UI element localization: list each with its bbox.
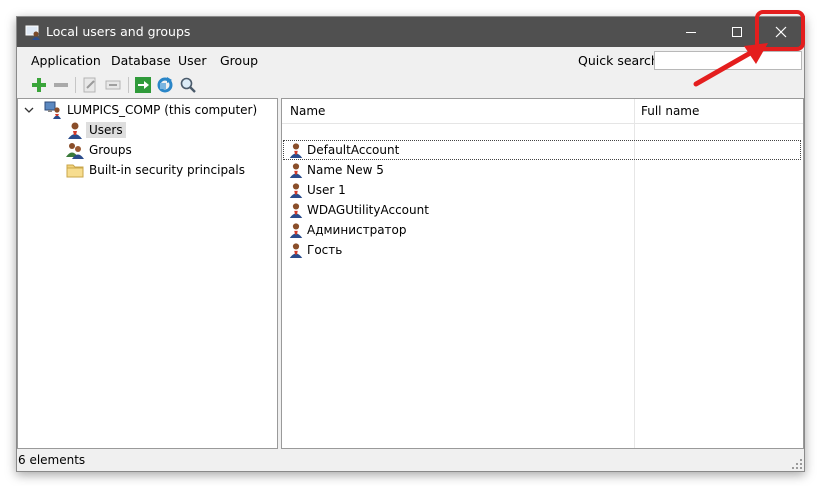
remove-icon[interactable] (52, 76, 70, 94)
list-header: Name Full name (282, 99, 803, 124)
menu-group[interactable]: Group (220, 53, 258, 68)
refresh-icon[interactable] (156, 76, 174, 94)
annotation-arrow-icon (693, 43, 768, 87)
tree-item-label: Built-in security principals (89, 163, 245, 177)
main-window: Local users and groups Application Datab… (16, 16, 805, 472)
list-item[interactable]: User 1 (288, 181, 346, 199)
status-text: 6 elements (18, 453, 86, 467)
list-item[interactable]: DefaultAccount (283, 140, 801, 160)
chevron-down-icon[interactable] (24, 105, 34, 115)
folder-icon (66, 164, 84, 178)
window-title: Local users and groups (46, 24, 191, 39)
toolbar-separator (128, 77, 129, 93)
quick-search-label: Quick search: (578, 53, 664, 68)
toolbar (17, 73, 804, 97)
tree-panel: LUMPICS_COMP (this computer) Users Group… (17, 98, 278, 449)
go-icon[interactable] (134, 76, 152, 94)
list-item[interactable]: Гость (288, 241, 342, 259)
list-item-name: User 1 (307, 183, 346, 197)
menu-user[interactable]: User (178, 53, 207, 68)
list-panel: Name Full name DefaultAccount Name New 5… (281, 98, 804, 449)
list-item[interactable]: Name New 5 (288, 161, 384, 179)
user-icon (289, 203, 303, 218)
list-item-name: Name New 5 (307, 163, 384, 177)
add-icon[interactable] (30, 76, 48, 94)
status-bar: 6 elements (17, 450, 804, 471)
tree-item-label: LUMPICS_COMP (this computer) (67, 103, 258, 117)
tree-item-computer[interactable]: LUMPICS_COMP (this computer) (44, 101, 257, 119)
list-item[interactable]: WDAGUtilityAccount (288, 201, 429, 219)
resize-grip-icon[interactable] (792, 459, 802, 469)
title-bar: Local users and groups (17, 17, 804, 47)
group-icon (66, 143, 84, 159)
tree-item-label: Groups (89, 143, 132, 157)
rename-icon[interactable] (104, 76, 122, 94)
edit-icon[interactable] (81, 76, 99, 94)
column-header-full-name[interactable]: Full name (641, 104, 699, 118)
user-icon (289, 143, 303, 158)
toolbar-separator (75, 77, 76, 93)
list-item-name: Гость (307, 243, 343, 257)
list-item-name: Администратор (307, 223, 407, 237)
tree-item-users[interactable]: Users (66, 121, 126, 139)
list-item-name: WDAGUtilityAccount (307, 203, 429, 217)
user-icon (289, 243, 303, 258)
column-header-name[interactable]: Name (290, 104, 325, 118)
search-icon[interactable] (179, 76, 197, 94)
user-icon (289, 223, 303, 238)
tree-item-groups[interactable]: Groups (66, 141, 132, 159)
computer-users-icon (44, 101, 61, 119)
user-icon (289, 183, 303, 198)
app-icon (25, 25, 40, 40)
list-item-name: DefaultAccount (307, 143, 400, 157)
tree-item-label: Users (86, 122, 126, 138)
maximize-icon (732, 27, 742, 37)
menu-application[interactable]: Application (31, 53, 101, 68)
user-icon (68, 122, 82, 139)
tree-item-builtin[interactable]: Built-in security principals (66, 161, 245, 179)
list-item[interactable]: Администратор (288, 221, 407, 239)
menu-database[interactable]: Database (111, 53, 171, 68)
user-icon (289, 163, 303, 178)
menu-bar: Application Database User Group Quick se… (17, 47, 804, 73)
minimize-icon (686, 32, 696, 33)
